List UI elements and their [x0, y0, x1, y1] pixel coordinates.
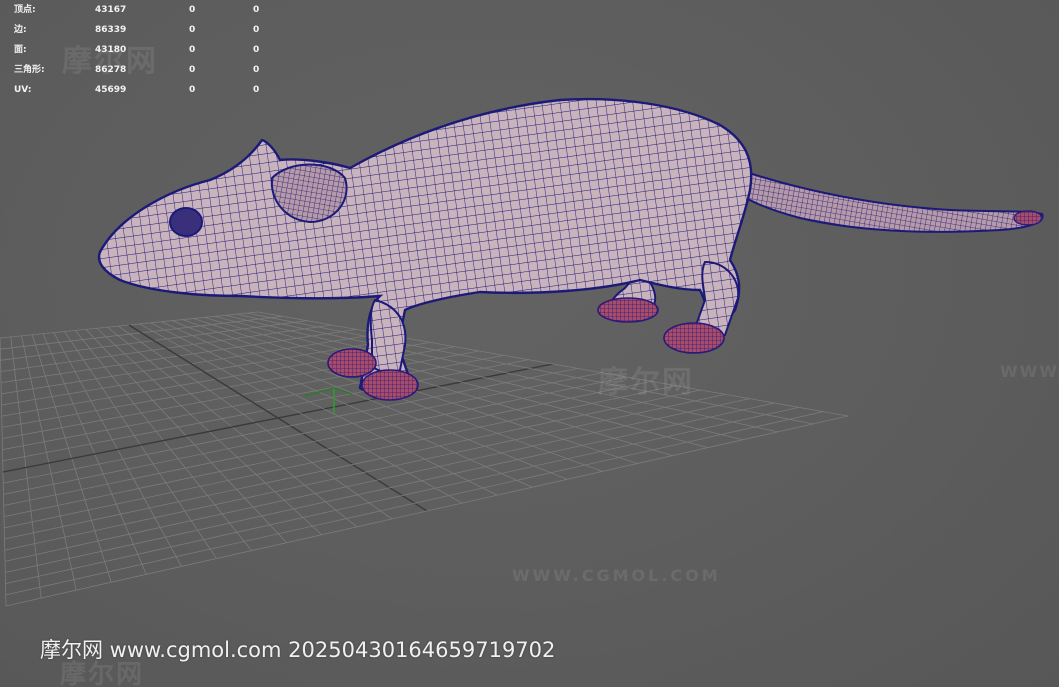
grid-line — [5, 411, 824, 596]
hud-value: 45699 — [95, 85, 127, 95]
hud-value: 0 — [189, 25, 196, 35]
grid-line — [3, 376, 627, 506]
mesh-eye[interactable] — [169, 207, 203, 237]
hud-label: 三角形: — [14, 65, 45, 75]
hud-value: 0 — [189, 5, 196, 15]
hud-value: 0 — [189, 85, 196, 95]
hud-value: 0 — [253, 25, 260, 35]
maya-viewport[interactable]: 摩尔网 摩尔网 摩尔网 WWW.CGMOL.COM WWW.CGMOL.COM … — [0, 0, 1059, 687]
hud-row-edges: 边: 86339 0 0 — [14, 20, 274, 40]
grid-line — [204, 317, 673, 456]
mouse-mesh[interactable] — [97, 97, 1044, 401]
hud-label: 边: — [14, 25, 27, 35]
mesh-tail-tip[interactable] — [1013, 210, 1043, 226]
hud-value: 0 — [253, 5, 260, 15]
grid-line — [5, 402, 775, 573]
hud-row-faces: 面: 43180 0 0 — [14, 40, 274, 60]
hud-label: 顶点: — [14, 5, 36, 15]
hud-value: 0 — [189, 45, 196, 55]
footer-credit: 摩尔网 www.cgmol.com 20250430164659719702 — [40, 638, 556, 662]
mesh-tail[interactable] — [733, 168, 1044, 233]
grid-line — [4, 389, 701, 540]
mesh-paw-front-left[interactable] — [327, 348, 377, 378]
hud-value: 0 — [253, 65, 260, 75]
poly-count-hud: 顶点: 43167 0 0 边: 86339 0 0 面: 43180 0 0 … — [14, 0, 274, 100]
hud-value: 0 — [253, 45, 260, 55]
grid-line — [3, 372, 603, 495]
hud-label: 面: — [14, 45, 27, 55]
hud-row-vertices: 顶点: 43167 0 0 — [14, 0, 274, 20]
hud-label: UV: — [14, 85, 32, 95]
hud-row-uvs: UV: 45699 0 0 — [14, 80, 274, 100]
mesh-paw-front-right[interactable] — [361, 369, 419, 401]
grid-line — [4, 398, 750, 562]
hud-value: 43167 — [95, 5, 127, 15]
hud-value: 86339 — [95, 25, 127, 35]
grid-line — [3, 380, 652, 518]
grid-line — [139, 323, 463, 504]
scene-canvas[interactable] — [0, 0, 1059, 687]
hud-value: 43180 — [95, 45, 127, 55]
grid-line — [161, 321, 533, 488]
mesh-paw-hind-front[interactable] — [663, 322, 725, 354]
hud-row-triangles: 三角形: 86278 0 0 — [14, 60, 274, 80]
grid-line — [5, 415, 849, 607]
ground-grid — [0, 311, 849, 607]
grid-line — [214, 315, 708, 449]
mesh-paw-hind-back[interactable] — [597, 297, 659, 323]
hud-value: 86278 — [95, 65, 127, 75]
hud-value: 0 — [189, 65, 196, 75]
hud-value: 0 — [253, 85, 260, 95]
